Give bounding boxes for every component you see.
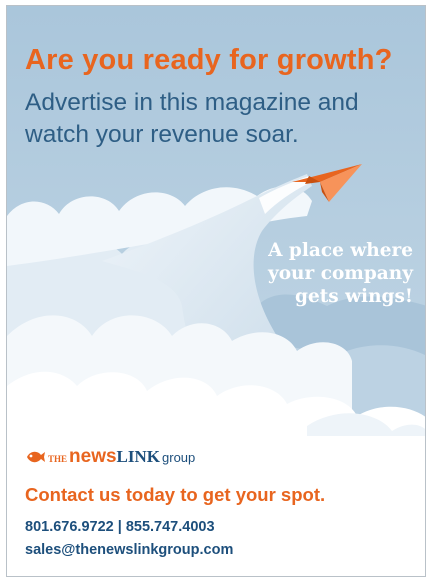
advertisement: Are you ready for growth? Advertise in t… (6, 5, 426, 577)
email-link[interactable]: sales@thenewslinkgroup.com (25, 542, 233, 558)
subhead: Advertise in this magazine and watch you… (25, 89, 359, 148)
tagline: A place where your company gets wings! (267, 240, 413, 307)
logo-group: group (162, 450, 196, 465)
fish-icon (27, 451, 45, 463)
headline: Are you ready for growth? (25, 44, 393, 76)
newslink-logo[interactable]: THE news LINK group (25, 446, 195, 468)
logo-news: news (69, 446, 117, 467)
call-to-action: Contact us today to get your spot. (25, 484, 326, 505)
logo-prefix: THE (48, 454, 68, 464)
phone-numbers[interactable]: 801.676.9722 | 855.747.4003 (25, 519, 215, 535)
logo-link: LINK (116, 447, 161, 466)
